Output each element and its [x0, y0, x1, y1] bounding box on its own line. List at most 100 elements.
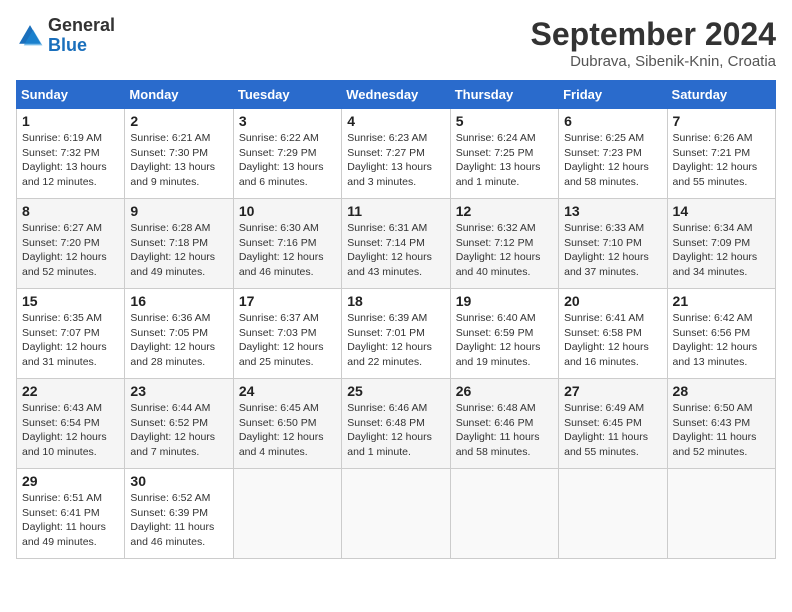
- day-info: Sunrise: 6:33 AMSunset: 7:10 PMDaylight:…: [564, 221, 661, 280]
- day-number: 21: [673, 293, 770, 309]
- day-number: 27: [564, 383, 661, 399]
- day-number: 30: [130, 473, 227, 489]
- day-number: 10: [239, 203, 336, 219]
- day-info: Sunrise: 6:30 AMSunset: 7:16 PMDaylight:…: [239, 221, 336, 280]
- header-row: SundayMondayTuesdayWednesdayThursdayFrid…: [17, 81, 776, 109]
- day-number: 29: [22, 473, 119, 489]
- logo: General Blue: [16, 16, 115, 56]
- calendar-cell: 16 Sunrise: 6:36 AMSunset: 7:05 PMDayligh…: [125, 289, 233, 379]
- calendar-cell: 23 Sunrise: 6:44 AMSunset: 6:52 PMDayligh…: [125, 379, 233, 469]
- day-number: 23: [130, 383, 227, 399]
- day-info: Sunrise: 6:48 AMSunset: 6:46 PMDaylight:…: [456, 401, 553, 460]
- day-number: 26: [456, 383, 553, 399]
- col-header-wednesday: Wednesday: [342, 81, 450, 109]
- calendar-cell: 3 Sunrise: 6:22 AMSunset: 7:29 PMDaylight…: [233, 109, 341, 199]
- col-header-thursday: Thursday: [450, 81, 558, 109]
- logo-text: General Blue: [48, 16, 115, 56]
- day-number: 7: [673, 113, 770, 129]
- day-info: Sunrise: 6:35 AMSunset: 7:07 PMDaylight:…: [22, 311, 119, 370]
- day-info: Sunrise: 6:39 AMSunset: 7:01 PMDaylight:…: [347, 311, 444, 370]
- week-row-4: 22 Sunrise: 6:43 AMSunset: 6:54 PMDayligh…: [17, 379, 776, 469]
- day-info: Sunrise: 6:34 AMSunset: 7:09 PMDaylight:…: [673, 221, 770, 280]
- calendar-cell: 29 Sunrise: 6:51 AMSunset: 6:41 PMDayligh…: [17, 469, 125, 559]
- day-number: 22: [22, 383, 119, 399]
- calendar-cell: 15 Sunrise: 6:35 AMSunset: 7:07 PMDayligh…: [17, 289, 125, 379]
- day-number: 19: [456, 293, 553, 309]
- calendar-cell: 7 Sunrise: 6:26 AMSunset: 7:21 PMDaylight…: [667, 109, 775, 199]
- calendar-cell: 21 Sunrise: 6:42 AMSunset: 6:56 PMDayligh…: [667, 289, 775, 379]
- calendar-cell: 5 Sunrise: 6:24 AMSunset: 7:25 PMDaylight…: [450, 109, 558, 199]
- day-info: Sunrise: 6:19 AMSunset: 7:32 PMDaylight:…: [22, 131, 119, 190]
- day-info: Sunrise: 6:25 AMSunset: 7:23 PMDaylight:…: [564, 131, 661, 190]
- calendar-cell: [233, 469, 341, 559]
- day-info: Sunrise: 6:50 AMSunset: 6:43 PMDaylight:…: [673, 401, 770, 460]
- calendar-cell: 17Sunrise: 6:37 AMSunset: 7:03 PMDayligh…: [233, 289, 341, 379]
- day-info: Sunrise: 6:40 AMSunset: 6:59 PMDaylight:…: [456, 311, 553, 370]
- day-info: Sunrise: 6:26 AMSunset: 7:21 PMDaylight:…: [673, 131, 770, 190]
- day-info: Sunrise: 6:44 AMSunset: 6:52 PMDaylight:…: [130, 401, 227, 460]
- day-info: Sunrise: 6:43 AMSunset: 6:54 PMDaylight:…: [22, 401, 119, 460]
- calendar-cell: [667, 469, 775, 559]
- day-number: 24: [239, 383, 336, 399]
- col-header-friday: Friday: [559, 81, 667, 109]
- day-number: 12: [456, 203, 553, 219]
- day-info: Sunrise: 6:49 AMSunset: 6:45 PMDaylight:…: [564, 401, 661, 460]
- calendar-table: SundayMondayTuesdayWednesdayThursdayFrid…: [16, 80, 776, 559]
- col-header-saturday: Saturday: [667, 81, 775, 109]
- calendar-cell: 13Sunrise: 6:33 AMSunset: 7:10 PMDayligh…: [559, 199, 667, 289]
- week-row-1: 1 Sunrise: 6:19 AMSunset: 7:32 PMDaylight…: [17, 109, 776, 199]
- day-info: Sunrise: 6:28 AMSunset: 7:18 PMDaylight:…: [130, 221, 227, 280]
- day-number: 16: [130, 293, 227, 309]
- calendar-cell: 26 Sunrise: 6:48 AMSunset: 6:46 PMDayligh…: [450, 379, 558, 469]
- day-info: Sunrise: 6:32 AMSunset: 7:12 PMDaylight:…: [456, 221, 553, 280]
- day-info: Sunrise: 6:27 AMSunset: 7:20 PMDaylight:…: [22, 221, 119, 280]
- day-info: Sunrise: 6:42 AMSunset: 6:56 PMDaylight:…: [673, 311, 770, 370]
- day-number: 5: [456, 113, 553, 129]
- day-info: Sunrise: 6:46 AMSunset: 6:48 PMDaylight:…: [347, 401, 444, 460]
- calendar-cell: 24 Sunrise: 6:45 AMSunset: 6:50 PMDayligh…: [233, 379, 341, 469]
- day-info: Sunrise: 6:41 AMSunset: 6:58 PMDaylight:…: [564, 311, 661, 370]
- day-info: Sunrise: 6:45 AMSunset: 6:50 PMDaylight:…: [239, 401, 336, 460]
- day-number: 2: [130, 113, 227, 129]
- day-number: 4: [347, 113, 444, 129]
- day-info: Sunrise: 6:23 AMSunset: 7:27 PMDaylight:…: [347, 131, 444, 190]
- calendar-cell: 11Sunrise: 6:31 AMSunset: 7:14 PMDayligh…: [342, 199, 450, 289]
- day-number: 25: [347, 383, 444, 399]
- day-number: 20: [564, 293, 661, 309]
- calendar-cell: 1 Sunrise: 6:19 AMSunset: 7:32 PMDaylight…: [17, 109, 125, 199]
- day-info: Sunrise: 6:24 AMSunset: 7:25 PMDaylight:…: [456, 131, 553, 190]
- week-row-2: 8 Sunrise: 6:27 AMSunset: 7:20 PMDaylight…: [17, 199, 776, 289]
- day-info: Sunrise: 6:22 AMSunset: 7:29 PMDaylight:…: [239, 131, 336, 190]
- calendar-cell: 22 Sunrise: 6:43 AMSunset: 6:54 PMDayligh…: [17, 379, 125, 469]
- calendar-cell: 4 Sunrise: 6:23 AMSunset: 7:27 PMDaylight…: [342, 109, 450, 199]
- day-info: Sunrise: 6:36 AMSunset: 7:05 PMDaylight:…: [130, 311, 227, 370]
- calendar-cell: 20 Sunrise: 6:41 AMSunset: 6:58 PMDayligh…: [559, 289, 667, 379]
- day-number: 8: [22, 203, 119, 219]
- day-number: 3: [239, 113, 336, 129]
- day-info: Sunrise: 6:21 AMSunset: 7:30 PMDaylight:…: [130, 131, 227, 190]
- week-row-5: 29 Sunrise: 6:51 AMSunset: 6:41 PMDayligh…: [17, 469, 776, 559]
- calendar-cell: [450, 469, 558, 559]
- location: Dubrava, Sibenik-Knin, Croatia: [531, 53, 776, 70]
- calendar-cell: 2 Sunrise: 6:21 AMSunset: 7:30 PMDaylight…: [125, 109, 233, 199]
- logo-icon: [16, 22, 44, 50]
- week-row-3: 15 Sunrise: 6:35 AMSunset: 7:07 PMDayligh…: [17, 289, 776, 379]
- calendar-cell: 25 Sunrise: 6:46 AMSunset: 6:48 PMDayligh…: [342, 379, 450, 469]
- day-number: 15: [22, 293, 119, 309]
- calendar-cell: [342, 469, 450, 559]
- calendar-cell: 28 Sunrise: 6:50 AMSunset: 6:43 PMDayligh…: [667, 379, 775, 469]
- day-number: 9: [130, 203, 227, 219]
- calendar-cell: 18 Sunrise: 6:39 AMSunset: 7:01 PMDayligh…: [342, 289, 450, 379]
- day-info: Sunrise: 6:51 AMSunset: 6:41 PMDaylight:…: [22, 491, 119, 550]
- page-header: General Blue September 2024 Dubrava, Sib…: [16, 16, 776, 70]
- month-title: September 2024: [531, 16, 776, 53]
- day-number: 28: [673, 383, 770, 399]
- day-info: Sunrise: 6:52 AMSunset: 6:39 PMDaylight:…: [130, 491, 227, 550]
- day-number: 1: [22, 113, 119, 129]
- calendar-cell: [559, 469, 667, 559]
- day-info: Sunrise: 6:37 AMSunset: 7:03 PMDaylight:…: [239, 311, 336, 370]
- day-number: 18: [347, 293, 444, 309]
- calendar-cell: 10 Sunrise: 6:30 AMSunset: 7:16 PMDayligh…: [233, 199, 341, 289]
- calendar-cell: 8 Sunrise: 6:27 AMSunset: 7:20 PMDaylight…: [17, 199, 125, 289]
- calendar-cell: 30 Sunrise: 6:52 AMSunset: 6:39 PMDayligh…: [125, 469, 233, 559]
